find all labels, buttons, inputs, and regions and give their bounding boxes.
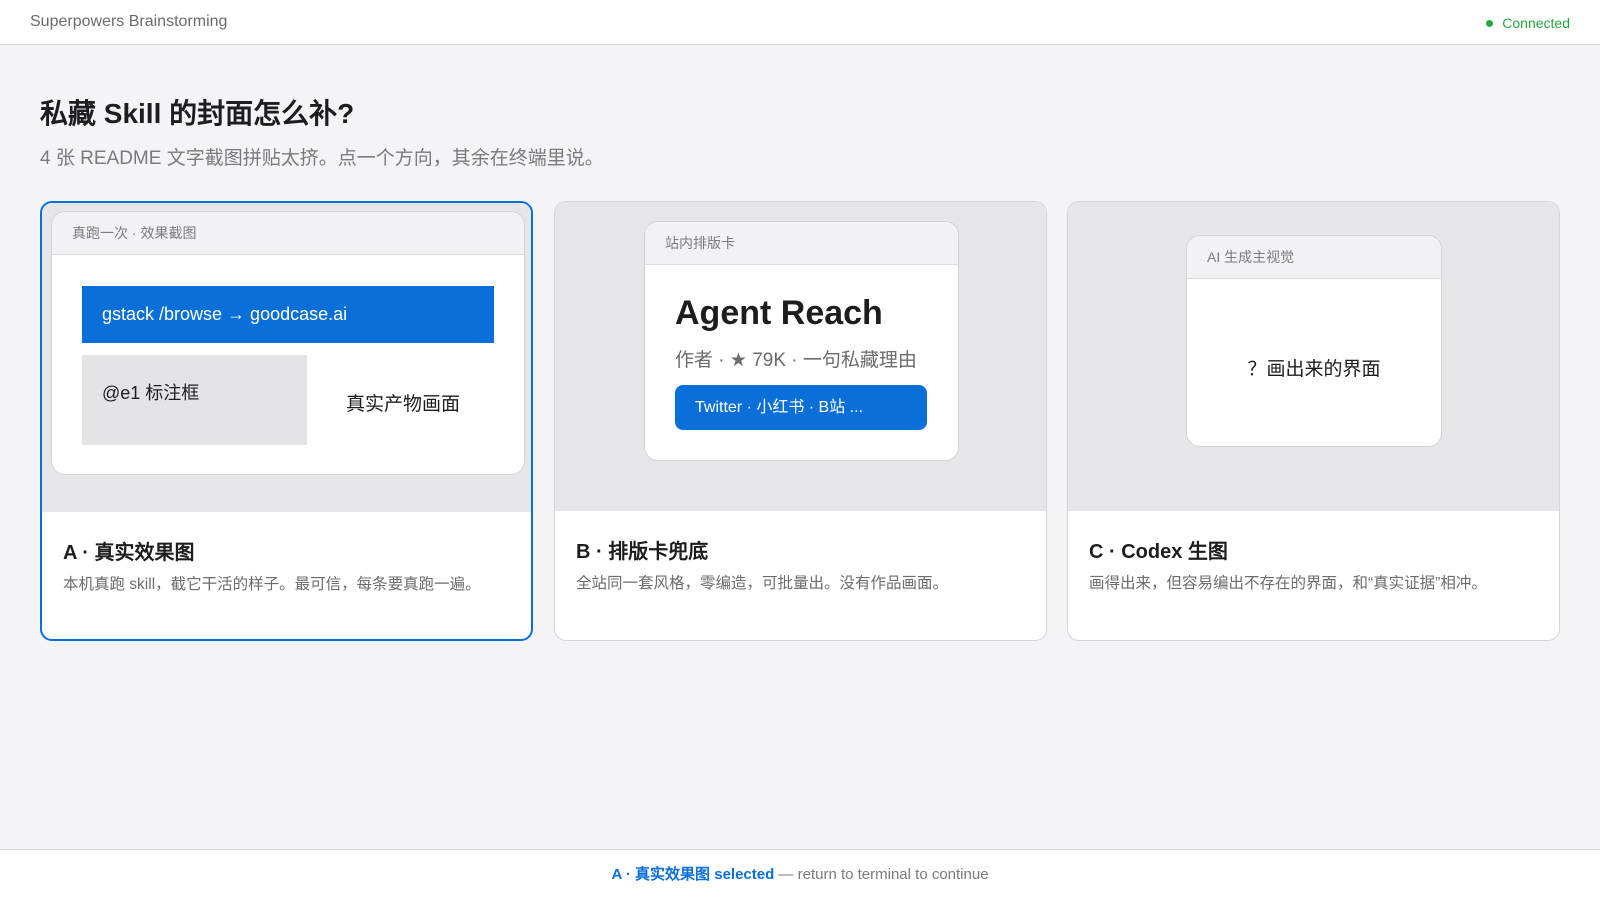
preview-caption: ？画出来的界面 <box>1247 359 1381 380</box>
preview-annotation-box: @e1 标注框 <box>82 355 307 445</box>
preview-window: 真跑一次 · 效果截图 gstack /browse → goodcase.ai… <box>51 211 525 475</box>
connection-status: Connected <box>1486 15 1570 31</box>
option-description: 本机真跑 skill，截它干活的样子。最可信，每条要真跑一遍。 <box>63 576 481 593</box>
status-label: Connected <box>1502 15 1570 31</box>
preview-window-header: AI 生成主视觉 <box>1187 236 1441 279</box>
option-card-b[interactable]: 站内排版卡 Agent Reach 作者 · ★ 79K · 一句私藏理由 Tw… <box>554 201 1047 641</box>
preview-window: 站内排版卡 Agent Reach 作者 · ★ 79K · 一句私藏理由 Tw… <box>644 221 959 461</box>
preview-skill-name: Agent Reach <box>675 294 883 332</box>
option-description: 画得出来，但容易编出不存在的界面，和“真实证据”相冲。 <box>1089 575 1487 592</box>
option-preview: 真跑一次 · 效果截图 gstack /browse → goodcase.ai… <box>42 203 531 512</box>
preview-caption: 真实产物画面 <box>346 394 461 415</box>
option-title: A · 真实效果图 <box>63 542 195 564</box>
footer-instruction: — return to terminal to continue <box>774 866 989 883</box>
option-title: C · Codex 生图 <box>1089 541 1228 563</box>
option-preview: 站内排版卡 Agent Reach 作者 · ★ 79K · 一句私藏理由 Tw… <box>555 202 1046 511</box>
option-card-a[interactable]: 真跑一次 · 效果截图 gstack /browse → goodcase.ai… <box>40 201 533 641</box>
preview-window-header: 站内排版卡 <box>645 222 958 265</box>
preview-window-header: 真跑一次 · 效果截图 <box>52 212 524 255</box>
status-footer: A · 真实效果图 selected — return to terminal … <box>0 849 1600 900</box>
page-title: 私藏 Skill 的封面怎么补? <box>40 98 355 129</box>
preview-platform-button: Twitter · 小红书 · B站 ... <box>675 385 927 430</box>
option-card-c[interactable]: AI 生成主视觉 ？画出来的界面 C · Codex 生图 画得出来，但容易编出… <box>1067 201 1560 641</box>
preview-command-bar: gstack /browse → goodcase.ai <box>82 286 494 343</box>
option-description: 全站同一套风格，零编造，可批量出。没有作品画面。 <box>576 575 949 592</box>
app-title: Superpowers Brainstorming <box>30 13 228 30</box>
preview-skill-meta: 作者 · ★ 79K · 一句私藏理由 <box>675 350 917 371</box>
option-preview: AI 生成主视觉 ？画出来的界面 <box>1068 202 1559 511</box>
status-dot-icon <box>1486 19 1494 27</box>
footer-selected-option: A · 真实效果图 selected <box>611 866 775 883</box>
preview-window: AI 生成主视觉 ？画出来的界面 <box>1186 235 1442 447</box>
top-bar: Superpowers Brainstorming Connected <box>0 0 1600 45</box>
page-subtitle: 4 张 README 文字截图拼贴太挤。点一个方向，其余在终端里说。 <box>40 148 604 169</box>
option-title: B · 排版卡兜底 <box>576 541 709 563</box>
